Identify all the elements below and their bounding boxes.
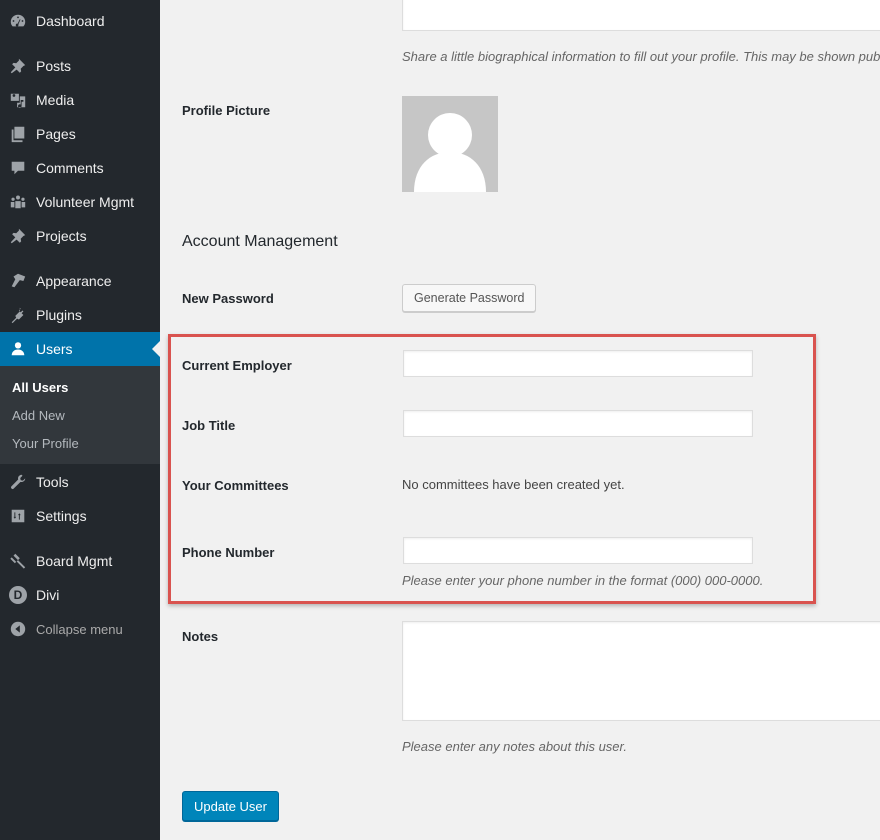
- account-management-heading: Account Management: [182, 233, 338, 250]
- current-employer-input[interactable]: [403, 350, 753, 377]
- admin-sidebar: Dashboard Posts Media Pages Comments Vol…: [0, 0, 160, 840]
- paintbrush-icon: [0, 272, 36, 290]
- menu-label: Appearance: [36, 273, 112, 289]
- notes-textarea[interactable]: [402, 621, 880, 721]
- menu-label: Comments: [36, 160, 104, 176]
- groups-icon: [0, 193, 36, 211]
- menu-label: Pages: [36, 126, 76, 142]
- bio-description: Share a little biographical information …: [402, 49, 880, 64]
- menu-label: Media: [36, 92, 75, 108]
- pushpin-icon: [0, 57, 36, 75]
- phone-number-label: Phone Number: [182, 545, 275, 560]
- menu-label: Users: [36, 341, 73, 357]
- menu-item-settings[interactable]: Settings: [0, 499, 160, 533]
- menu-item-dashboard[interactable]: Dashboard: [0, 4, 160, 38]
- plug-icon: [0, 306, 36, 324]
- phone-description: Please enter your phone number in the fo…: [402, 573, 764, 588]
- collapse-label: Collapse menu: [36, 621, 123, 637]
- job-title-label: Job Title: [182, 418, 236, 433]
- menu-item-projects[interactable]: Projects: [0, 219, 160, 253]
- settings-sliders-icon: [0, 507, 36, 525]
- profile-picture-label: Profile Picture: [182, 103, 271, 118]
- menu-label: Volunteer Mgmt: [36, 194, 135, 210]
- menu-item-divi[interactable]: D Divi: [0, 578, 160, 612]
- menu-item-users[interactable]: Users: [0, 332, 160, 366]
- menu-label: Plugins: [36, 307, 82, 323]
- biographical-info-textarea[interactable]: [402, 0, 880, 31]
- collapse-menu-button[interactable]: Collapse menu: [0, 612, 160, 646]
- menu-item-plugins[interactable]: Plugins: [0, 298, 160, 332]
- menu-label: Divi: [36, 587, 60, 603]
- submenu-add-new[interactable]: Add New: [12, 408, 65, 423]
- pushpin-icon: [0, 227, 36, 245]
- menu-item-board-mgmt[interactable]: Board Mgmt: [0, 544, 160, 578]
- menu-item-pages[interactable]: Pages: [0, 117, 160, 151]
- generate-password-button[interactable]: Generate Password: [402, 284, 537, 312]
- update-user-button[interactable]: Update User: [182, 791, 279, 821]
- menu-label: Tools: [36, 474, 69, 490]
- menu-label: Projects: [36, 228, 87, 244]
- menu-item-comments[interactable]: Comments: [0, 151, 160, 185]
- notes-description: Please enter any notes about this user.: [402, 739, 627, 754]
- menu-item-posts[interactable]: Posts: [0, 49, 160, 83]
- menu-item-appearance[interactable]: Appearance: [0, 264, 160, 298]
- current-employer-label: Current Employer: [182, 358, 292, 373]
- new-password-label: New Password: [182, 291, 274, 306]
- default-avatar-silhouette-icon: [414, 113, 486, 192]
- gavel-icon: [0, 552, 36, 570]
- profile-picture-avatar: [402, 96, 498, 192]
- menu-item-tools[interactable]: Tools: [0, 465, 160, 499]
- phone-number-input[interactable]: [403, 537, 753, 564]
- menu-label: Posts: [36, 58, 72, 74]
- submenu-your-profile[interactable]: Your Profile: [12, 436, 79, 451]
- pages-icon: [0, 125, 36, 143]
- job-title-input[interactable]: [403, 410, 753, 437]
- menu-label: Dashboard: [36, 13, 105, 29]
- comment-icon: [0, 159, 36, 177]
- dashboard-icon: [0, 12, 36, 30]
- menu-item-media[interactable]: Media: [0, 83, 160, 117]
- menu-label: Settings: [36, 508, 87, 524]
- collapse-arrow-icon: [0, 620, 36, 638]
- committees-empty-text: No committees have been created yet.: [402, 477, 625, 492]
- wrench-icon: [0, 473, 36, 491]
- divi-logo-icon: D: [0, 586, 36, 604]
- submenu-all-users[interactable]: All Users: [12, 380, 68, 395]
- users-submenu: All Users Add New Your Profile: [0, 366, 160, 464]
- media-icon: [0, 91, 36, 109]
- user-icon: [0, 340, 36, 358]
- divi-letter: D: [9, 586, 27, 604]
- menu-label: Board Mgmt: [36, 553, 113, 569]
- menu-item-volunteer-mgmt[interactable]: Volunteer Mgmt: [0, 185, 160, 219]
- committees-label: Your Committees: [182, 478, 289, 493]
- notes-label: Notes: [182, 629, 219, 644]
